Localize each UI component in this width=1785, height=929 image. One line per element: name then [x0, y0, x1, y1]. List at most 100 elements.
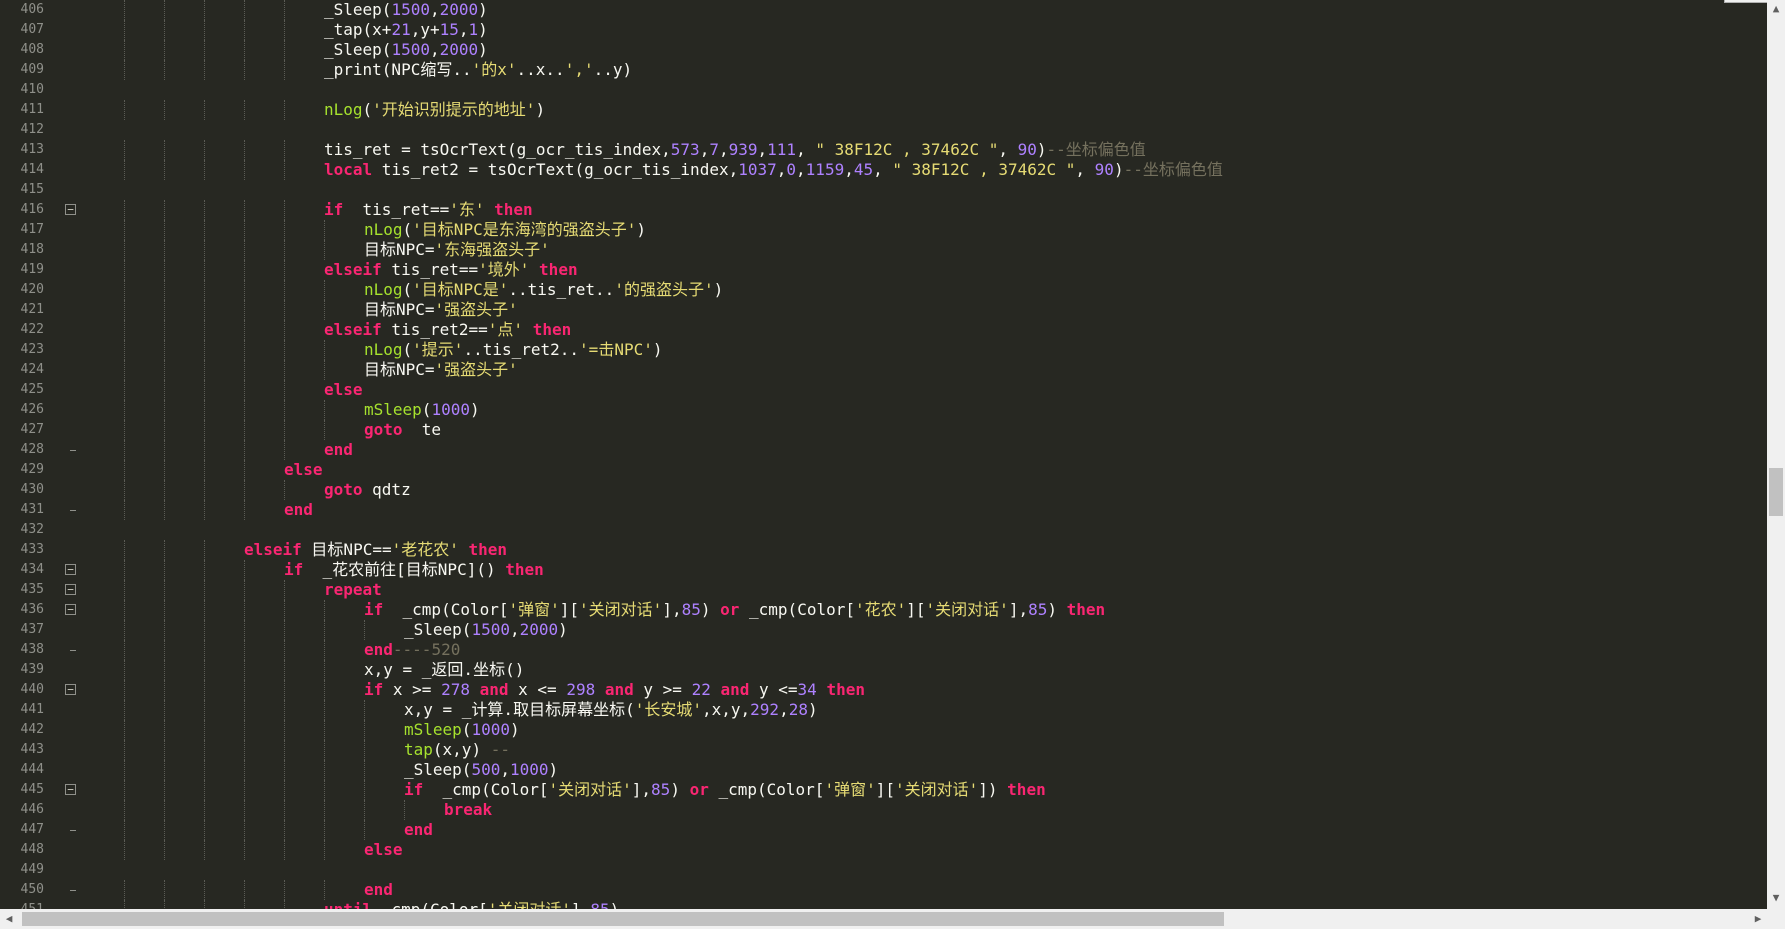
code-line[interactable]: goto qdtz: [324, 480, 411, 500]
code-line[interactable]: else: [284, 460, 323, 480]
horizontal-scroll-thumb[interactable]: [22, 912, 1224, 926]
code-line[interactable]: else: [324, 380, 363, 400]
code-line[interactable]: nLog('开始识别提示的地址'): [324, 100, 545, 120]
code-area[interactable]: _Sleep(1500,2000) _tap(x+21,y+15,1) _Sleep…: [84, 0, 1767, 909]
code-editor[interactable]: 406 407 408 409 410 411 412 413 414 415 416 417 418 4…: [0, 0, 1767, 909]
fold-toggle-minus-icon[interactable]: −: [65, 784, 76, 795]
code-line[interactable]: local tis_ret2 = tsOcrText(g_ocr_tis_ind…: [324, 160, 1223, 180]
code-line[interactable]: _print(NPC缩写..'的x'..x..','..y): [324, 60, 632, 80]
code-token: then: [494, 200, 533, 219]
code-line[interactable]: end: [404, 820, 433, 840]
vertical-scroll-thumb[interactable]: [1769, 468, 1783, 516]
code-line[interactable]: end: [324, 440, 353, 460]
code-line[interactable]: nLog('目标NPC是'..tis_ret..'的强盗头子'): [364, 280, 723, 300]
indent-guide: [284, 720, 285, 740]
scroll-left-arrow-icon[interactable]: ◀: [0, 910, 18, 928]
code-line[interactable]: end----520: [364, 640, 460, 660]
code-line[interactable]: _tap(x+21,y+15,1): [324, 20, 488, 40]
code-token: 90: [1017, 140, 1037, 159]
code-line[interactable]: tap(x,y) --: [404, 740, 510, 760]
code-line[interactable]: break: [444, 800, 492, 820]
code-line[interactable]: _Sleep(500,1000): [404, 760, 558, 780]
line-number: 433: [20, 542, 44, 557]
vertical-scrollbar[interactable]: ▲ ▼: [1767, 0, 1785, 909]
code-line[interactable]: end: [284, 500, 313, 520]
code-line[interactable]: repeat: [324, 580, 382, 600]
code-line[interactable]: mSleep(1000): [364, 400, 480, 420]
fold-toggle-minus-icon[interactable]: −: [65, 584, 76, 595]
indent-guide: [124, 260, 125, 280]
code-token: then: [539, 260, 578, 279]
code-token: ,: [458, 20, 469, 39]
code-line[interactable]: mSleep(1000): [404, 720, 520, 740]
fold-toggle-minus-icon[interactable]: −: [65, 684, 76, 695]
code-token: --坐标偏色值: [1123, 160, 1223, 179]
fold-end-marker: [70, 450, 76, 451]
scroll-right-arrow-icon[interactable]: ▶: [1749, 910, 1767, 928]
code-line[interactable]: 目标NPC='强盗头子': [364, 300, 518, 320]
code-line[interactable]: if _cmp(Color['关闭对话'],85) or _cmp(Color[…: [404, 780, 1046, 800]
code-line[interactable]: _Sleep(1500,2000): [324, 0, 488, 20]
code-token: '老花农': [391, 540, 459, 559]
code-line[interactable]: elseif tis_ret=='境外' then: [324, 260, 578, 280]
indent-guide: [284, 400, 285, 420]
code-line[interactable]: x,y = _返回.坐标(): [364, 660, 524, 680]
fold-margin[interactable]: − − − − − −: [60, 0, 82, 909]
code-token: ): [1036, 140, 1047, 159]
code-token: '目标NPC是东海湾的强盗头子': [412, 220, 637, 239]
code-token: 1500: [391, 40, 430, 59]
code-token: if: [364, 600, 384, 619]
code-line[interactable]: x,y = _计算.取目标屏幕坐标('长安城',x,y,292,28): [404, 700, 818, 720]
indent-guide: [164, 500, 165, 520]
fold-toggle-minus-icon[interactable]: −: [65, 204, 76, 215]
code-line[interactable]: _Sleep(1500,2000): [324, 40, 488, 60]
scroll-up-arrow-icon[interactable]: ▲: [1767, 0, 1785, 18]
indent-guide: [204, 580, 205, 600]
indent-guide: [164, 300, 165, 320]
code-line[interactable]: _Sleep(1500,2000): [404, 620, 568, 640]
code-line[interactable]: goto te: [364, 420, 441, 440]
horizontal-scrollbar[interactable]: ◀ ▶: [0, 909, 1767, 929]
indent-guide: [164, 880, 165, 900]
line-number: 412: [20, 122, 44, 137]
code-token: ): [509, 720, 520, 739]
code-line[interactable]: 目标NPC='强盗头子': [364, 360, 518, 380]
indent-guide: [124, 880, 125, 900]
code-line[interactable]: elseif 目标NPC=='老花农' then: [244, 540, 507, 560]
code-line[interactable]: if _花农前往[目标NPC]() then: [284, 560, 544, 580]
code-line[interactable]: if tis_ret=='东' then: [324, 200, 533, 220]
indent-guide: [244, 800, 245, 820]
indent-guide: [284, 600, 285, 620]
indent-guide: [284, 800, 285, 820]
code-token: x >=: [383, 680, 442, 699]
code-line[interactable]: if x >= 278 and x <= 298 and y >= 22 and…: [364, 680, 865, 700]
code-line[interactable]: until _cmp(Color['关闭对话'],85): [324, 900, 619, 909]
line-number: 416: [20, 202, 44, 217]
indent-guide: [364, 700, 365, 720]
code-line[interactable]: if _cmp(Color['弹窗']['关闭对话'],85) or _cmp(…: [364, 600, 1105, 620]
code-token: '关闭对话': [579, 600, 663, 619]
indent-guide: [244, 260, 245, 280]
code-token: then: [1066, 600, 1106, 619]
indent-guide: [244, 820, 245, 840]
code-line[interactable]: end: [364, 880, 393, 900]
code-line[interactable]: else: [364, 840, 403, 860]
code-line[interactable]: tis_ret = tsOcrText(g_ocr_tis_index,573,…: [324, 140, 1146, 160]
fold-toggle-minus-icon[interactable]: −: [65, 604, 76, 615]
indent-guide: [124, 20, 125, 40]
fold-toggle-minus-icon[interactable]: −: [65, 564, 76, 575]
indent-guide: [244, 440, 245, 460]
code-line[interactable]: nLog('目标NPC是东海湾的强盗头子'): [364, 220, 646, 240]
code-line[interactable]: elseif tis_ret2=='点' then: [324, 320, 571, 340]
scroll-down-arrow-icon[interactable]: ▼: [1767, 889, 1785, 907]
line-number: 431: [20, 502, 44, 517]
code-line[interactable]: nLog('提示'..tis_ret2..'=击NPC'): [364, 340, 663, 360]
indent-guide: [244, 640, 245, 660]
indent-guide: [164, 420, 165, 440]
indent-guide: [124, 400, 125, 420]
indent-guide: [204, 600, 205, 620]
indent-guide: [244, 280, 245, 300]
code-token: 1500: [471, 620, 510, 639]
code-line[interactable]: 目标NPC='东海强盗头子': [364, 240, 550, 260]
